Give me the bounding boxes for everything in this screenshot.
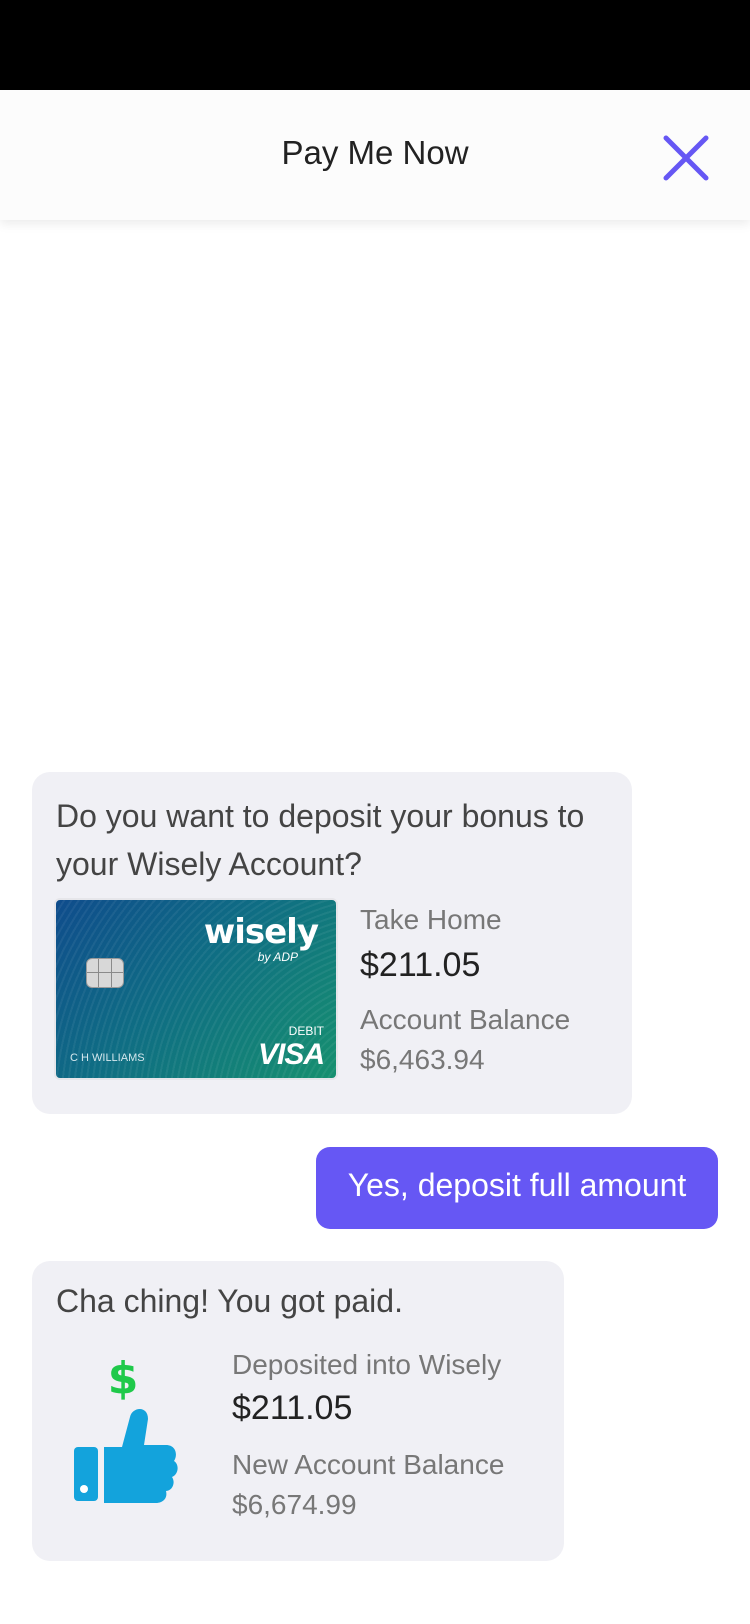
- deposit-full-amount-reply[interactable]: Yes, deposit full amount: [316, 1147, 718, 1229]
- deposited-label: Deposited into Wisely: [232, 1349, 502, 1380]
- card-chip-icon: [86, 958, 124, 988]
- new-balance-value: $6,674.99: [232, 1489, 357, 1520]
- take-home-label: Take Home: [360, 904, 502, 935]
- nav-bar: Pay Me Now: [0, 90, 750, 220]
- confirmation-bubble: Cha ching! You got paid. $ Deposited int…: [32, 1261, 564, 1561]
- card-brand: wisely: [203, 912, 319, 952]
- card-network: VISA: [257, 1038, 325, 1071]
- take-home-value: $211.05: [360, 946, 481, 984]
- prompt-bubble: Do you want to deposit your bonus to you…: [32, 772, 632, 1114]
- new-balance-label: New Account Balance: [232, 1449, 505, 1480]
- close-icon: [663, 135, 709, 181]
- card-holder: C H WILLIAMS: [70, 1052, 145, 1064]
- deposited-value: $211.05: [232, 1389, 353, 1427]
- prompt-text: Do you want to deposit your bonus to you…: [56, 798, 585, 882]
- close-button[interactable]: [658, 130, 714, 186]
- account-balance-value: $6,463.94: [360, 1044, 485, 1075]
- reply-text: Yes, deposit full amount: [347, 1167, 687, 1203]
- account-balance-label: Account Balance: [360, 1004, 571, 1035]
- confirmation-text: Cha ching! You got paid.: [56, 1283, 403, 1319]
- thumbs-up-dollar-icon: $: [70, 1353, 180, 1513]
- page-title: Pay Me Now: [281, 134, 469, 171]
- wisely-card-image: wisely by ADP DEBIT C H WILLIAMS VISA: [54, 898, 338, 1080]
- chat-area: Do you want to deposit your bonus to you…: [0, 220, 750, 1624]
- svg-text:$: $: [108, 1353, 139, 1404]
- status-bar: [0, 0, 750, 90]
- card-type: DEBIT: [288, 1024, 324, 1038]
- card-sub-brand: by ADP: [257, 950, 298, 964]
